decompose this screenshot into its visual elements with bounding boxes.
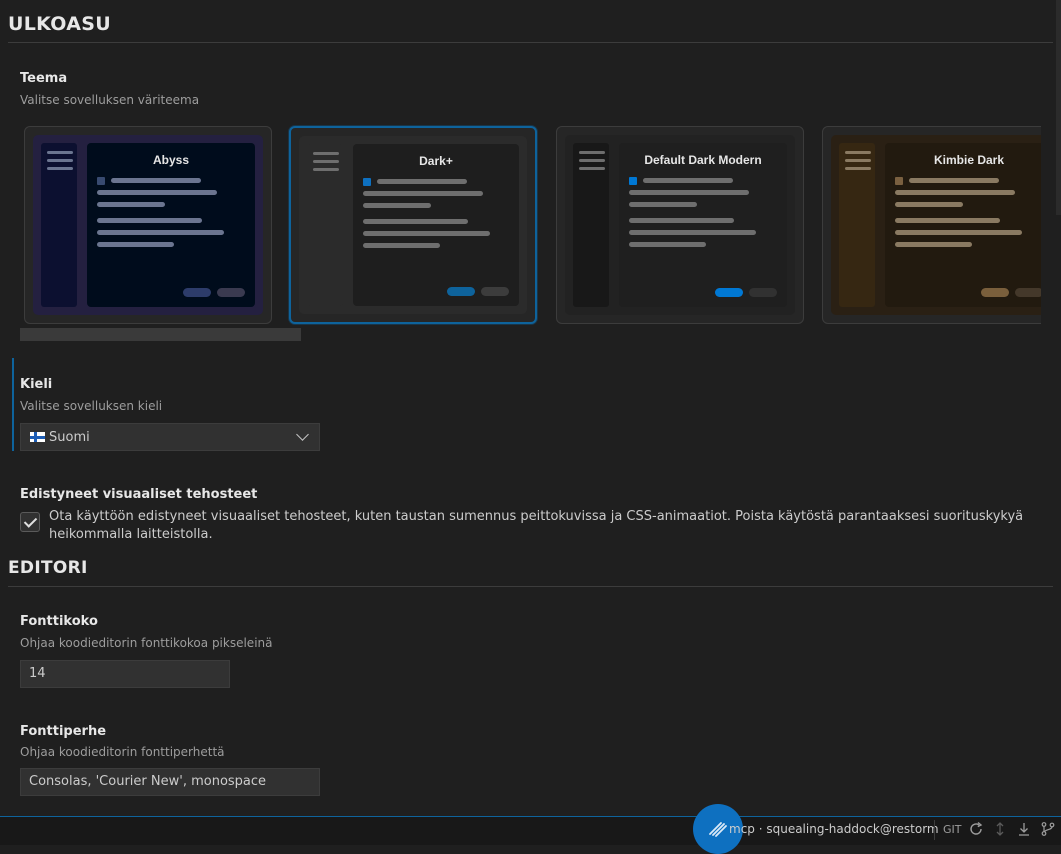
preview-editor: Dark+ bbox=[353, 144, 519, 306]
feather-icon bbox=[709, 822, 727, 837]
theme-title: Teema bbox=[20, 71, 68, 86]
preview-sidebar bbox=[41, 143, 77, 307]
preview-editor: Abyss bbox=[87, 143, 255, 307]
focus-indicator bbox=[12, 358, 14, 451]
section-title-appearance: ULKOASU bbox=[8, 13, 111, 35]
theme-preview: Abyss bbox=[33, 135, 263, 315]
section-divider bbox=[8, 42, 1053, 43]
theme-card[interactable]: Dark+ bbox=[289, 126, 537, 324]
connection-status[interactable]: mcp · squealing-haddock@restorm bbox=[729, 822, 939, 836]
font-size-input[interactable]: 14 bbox=[20, 660, 230, 688]
branch-icon[interactable] bbox=[1040, 821, 1056, 837]
theme-description: Valitse sovelluksen väriteema bbox=[20, 93, 200, 107]
language-title: Kieli bbox=[20, 377, 53, 392]
theme-card-name: Default Dark Modern bbox=[644, 153, 762, 167]
status-divider bbox=[934, 820, 935, 840]
preview-sidebar bbox=[573, 143, 609, 307]
theme-card[interactable]: Default Dark Modern bbox=[556, 126, 804, 324]
vertical-scrollbar[interactable] bbox=[1055, 0, 1061, 815]
theme-preview: Dark+ bbox=[299, 136, 527, 314]
download-icon[interactable] bbox=[1016, 821, 1032, 837]
chevron-down-icon bbox=[296, 428, 309, 441]
theme-card-name: Dark+ bbox=[419, 154, 453, 168]
git-label: GIT bbox=[943, 823, 962, 836]
preview-editor: Kimbie Dark bbox=[885, 143, 1041, 307]
font-size-title: Fonttikoko bbox=[20, 614, 98, 629]
font-family-title: Fonttiperhe bbox=[20, 724, 107, 739]
section-title-editor: EDITORI bbox=[8, 558, 88, 578]
theme-preview: Default Dark Modern bbox=[565, 135, 795, 315]
font-family-description: Ohjaa koodieditorin fonttiperhettä bbox=[20, 745, 225, 759]
font-size-description: Ohjaa koodieditorin fonttikokoa pikselei… bbox=[20, 636, 273, 650]
effects-title: Edistyneet visuaaliset tehosteet bbox=[20, 487, 258, 502]
section-divider bbox=[8, 586, 1053, 587]
effects-label: Ota käyttöön edistyneet visuaaliset teho… bbox=[49, 509, 1024, 542]
checkmark-icon bbox=[23, 514, 38, 528]
scrollbar-thumb[interactable] bbox=[1056, 0, 1061, 215]
theme-card[interactable]: Abyss bbox=[24, 126, 272, 324]
theme-card-list: Abyss Dark+ Default Dark Modern Kimbie Dark bbox=[20, 120, 1041, 332]
theme-card-name: Abyss bbox=[152, 153, 190, 167]
preview-editor: Default Dark Modern bbox=[619, 143, 787, 307]
effects-checkbox[interactable] bbox=[20, 512, 40, 532]
preview-sidebar bbox=[307, 144, 343, 306]
theme-list-scrollbar[interactable] bbox=[20, 328, 301, 341]
theme-card-name: Kimbie Dark bbox=[933, 153, 1005, 167]
theme-card[interactable]: Kimbie Dark bbox=[822, 126, 1041, 324]
finland-flag-icon bbox=[30, 432, 45, 442]
font-family-input[interactable]: Consolas, 'Courier New', monospace bbox=[20, 768, 320, 796]
language-select[interactable]: Suomi bbox=[20, 423, 320, 451]
language-select-value: Suomi bbox=[49, 430, 90, 445]
theme-preview: Kimbie Dark bbox=[831, 135, 1041, 315]
language-description: Valitse sovelluksen kieli bbox=[20, 399, 163, 413]
preview-sidebar bbox=[839, 143, 875, 307]
push-pull-icon[interactable] bbox=[992, 821, 1008, 837]
refresh-icon[interactable] bbox=[968, 821, 984, 837]
